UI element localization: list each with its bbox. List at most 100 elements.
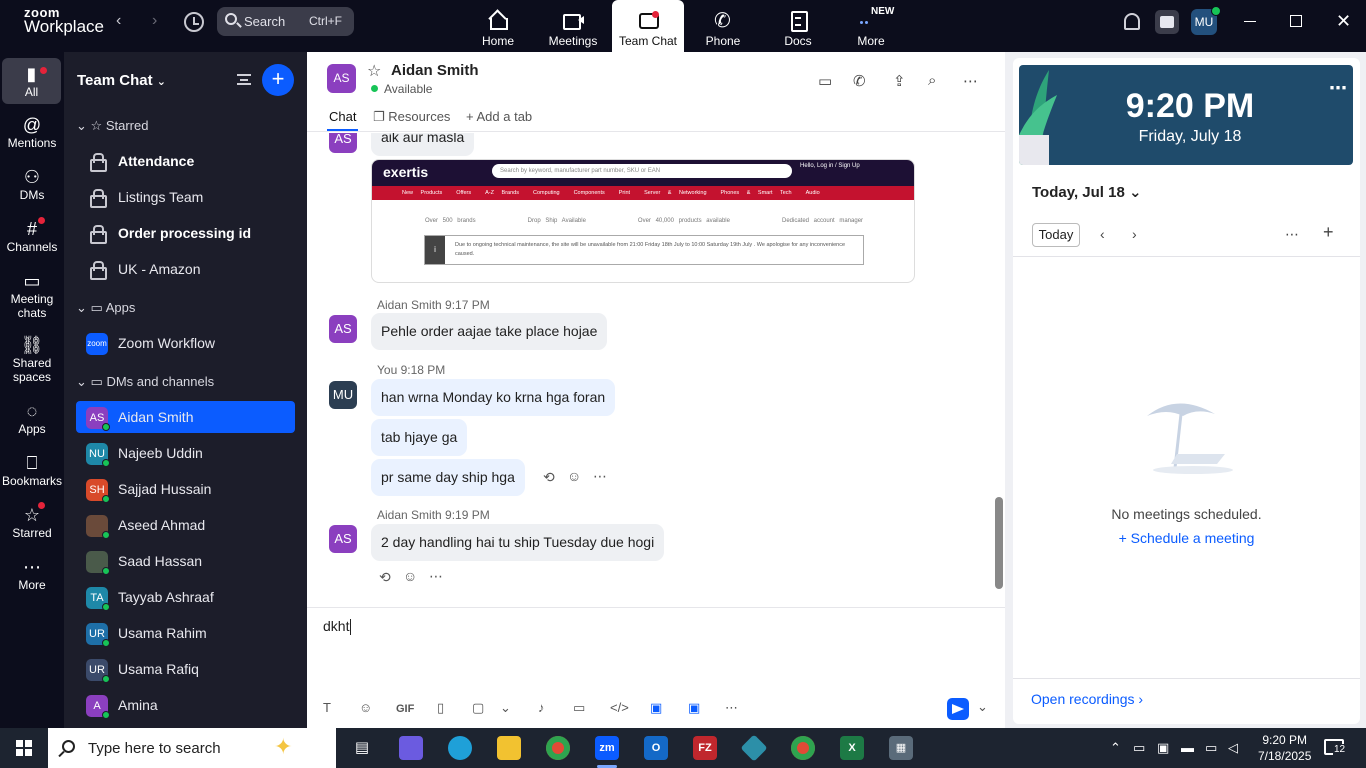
filter-icon[interactable]: [237, 74, 251, 85]
filezilla-icon[interactable]: FZ: [693, 736, 717, 760]
message-bubble[interactable]: Pehle order aajae take place hojae: [371, 313, 608, 350]
today-button[interactable]: Today: [1032, 223, 1080, 247]
more-options-icon[interactable]: ⋯: [1329, 78, 1347, 99]
bell-icon[interactable]: [1124, 13, 1140, 30]
nav-mentions[interactable]: @ Mentions: [0, 114, 64, 150]
outlook-icon[interactable]: O: [644, 736, 668, 760]
file-icon[interactable]: ▯: [437, 700, 444, 716]
dm-item[interactable]: Aseed Ahmad: [76, 509, 295, 541]
nav-all[interactable]: ▮ All: [2, 58, 61, 104]
dm-item[interactable]: UR Usama Rahim: [76, 617, 295, 649]
clips-icon[interactable]: ▣: [688, 700, 700, 716]
taskbar-search[interactable]: Type here to search ✦: [48, 728, 336, 768]
tab-docs[interactable]: Docs: [762, 0, 834, 52]
dm-item[interactable]: Saad Hassan: [76, 545, 295, 577]
maximize-icon[interactable]: [1290, 15, 1302, 27]
day-selector[interactable]: Today, Jul 18 ⌄: [1032, 183, 1142, 201]
subtab-chat[interactable]: Chat: [326, 109, 359, 131]
more-options-icon[interactable]: ⋯: [963, 72, 978, 90]
forward-arrow-icon[interactable]: ›: [152, 12, 157, 30]
dm-item[interactable]: TA Tayyab Ashraaf: [76, 581, 295, 613]
calendar-panel-icon[interactable]: [1155, 10, 1179, 34]
message-bubble[interactable]: han wrna Monday ko krna hga foran: [371, 379, 616, 416]
section-apps[interactable]: ⌄ ▭ Apps: [76, 300, 135, 316]
gif-button[interactable]: GIF: [396, 703, 414, 715]
section-dms[interactable]: ⌄ ▭ DMs and channels: [76, 374, 214, 390]
more-tools-icon[interactable]: ⋯: [725, 700, 738, 716]
star-icon[interactable]: ☆: [367, 61, 381, 81]
shared-image[interactable]: exertis Search by keyword, manufacturer …: [371, 159, 915, 283]
message-bubble[interactable]: pr same day ship hga: [371, 459, 525, 496]
show-hidden-icons-icon[interactable]: ⌃: [1110, 740, 1121, 756]
whiteboard-icon[interactable]: ▣: [650, 700, 662, 716]
network-icon[interactable]: ▭: [1205, 740, 1217, 756]
channel-attendance[interactable]: Attendance: [76, 145, 295, 177]
chevron-down-icon[interactable]: ⌄: [500, 700, 511, 716]
more-options-icon[interactable]: ⋯: [1285, 226, 1299, 243]
message-scrollbar[interactable]: [995, 132, 1003, 608]
send-options-chevron-icon[interactable]: ⌄: [977, 699, 988, 715]
edge-browser-icon[interactable]: [448, 736, 472, 760]
nav-starred[interactable]: ☆ Starred: [0, 502, 64, 540]
subtab-resources[interactable]: ❐ Resources: [373, 109, 450, 125]
emoji-react-icon[interactable]: ☺: [567, 468, 581, 484]
message-bubble[interactable]: aik aur masla: [371, 133, 475, 156]
chrome-icon[interactable]: [546, 736, 570, 760]
scrollbar-thumb[interactable]: [995, 497, 1003, 589]
dm-item[interactable]: UR Usama Rafiq: [76, 653, 295, 685]
reply-icon[interactable]: ⟲: [379, 569, 391, 586]
nav-apps[interactable]: ◌ Apps: [0, 400, 64, 436]
channel-uk-amazon[interactable]: UK - Amazon: [76, 253, 295, 285]
composer[interactable]: dkht T ☺ GIF ▯ ▢ ⌄ ♪ ▭ </> ▣ ▣ ⋯ ⌄: [307, 607, 1005, 728]
windows-start-icon[interactable]: [16, 740, 32, 756]
app-zoom-workflow[interactable]: zoom Zoom Workflow: [76, 327, 295, 359]
minimize-icon[interactable]: [1244, 21, 1256, 22]
add-event-icon[interactable]: +: [1323, 222, 1334, 243]
code-snippet-icon[interactable]: </>: [610, 700, 629, 715]
schedule-meeting-link[interactable]: + Schedule a meeting: [1013, 530, 1360, 546]
section-starred[interactable]: ⌄ ☆ Starred: [76, 118, 148, 134]
prev-day-icon[interactable]: ‹: [1100, 226, 1105, 242]
contact-name[interactable]: Aidan Smith: [391, 62, 479, 79]
tab-home[interactable]: Home: [462, 0, 534, 52]
nav-bookmarks[interactable]: ⎕ Bookmarks: [0, 452, 64, 488]
nav-channels[interactable]: # Channels: [0, 217, 64, 254]
video-call-icon[interactable]: ▭: [818, 72, 832, 90]
open-recordings-link[interactable]: Open recordings ›: [1031, 691, 1143, 707]
nav-more[interactable]: ⋯ More: [0, 556, 64, 592]
message-bubble[interactable]: 2 day handling hai tu ship Tuesday due h…: [371, 524, 665, 561]
contact-avatar[interactable]: AS: [327, 64, 356, 93]
calculator-icon[interactable]: ▦: [889, 736, 913, 760]
copilot-icon[interactable]: [399, 736, 423, 760]
microphone-icon[interactable]: ♪: [538, 700, 545, 715]
more-actions-icon[interactable]: ⋯: [593, 468, 607, 485]
back-arrow-icon[interactable]: ‹: [116, 12, 121, 30]
dm-item[interactable]: SH Sajjad Hussain: [76, 473, 295, 505]
search-box[interactable]: Search Ctrl+F: [217, 7, 354, 36]
message-avatar[interactable]: AS: [329, 133, 357, 153]
taskbar-clock[interactable]: 9:20 PM 7/18/2025: [1258, 732, 1311, 764]
emoji-icon[interactable]: ☺: [359, 700, 372, 715]
file-explorer-icon[interactable]: [497, 736, 521, 760]
panel-title[interactable]: Team Chat ⌄: [77, 72, 166, 89]
close-icon[interactable]: ✕: [1336, 11, 1351, 32]
dm-item[interactable]: NU Najeeb Uddin: [76, 437, 295, 469]
dm-item[interactable]: AS Aidan Smith: [76, 401, 295, 433]
format-text-icon[interactable]: T: [323, 700, 331, 715]
excel-icon[interactable]: X: [840, 736, 864, 760]
message-input[interactable]: dkht: [323, 618, 352, 636]
screenshot-icon[interactable]: ▢: [472, 700, 484, 716]
send-button[interactable]: [947, 698, 969, 720]
zoom-app-icon[interactable]: zm: [595, 736, 619, 760]
subtab-add[interactable]: + Add a tab: [466, 109, 532, 124]
phone-icon[interactable]: ✆: [853, 72, 866, 90]
chrome-profile-icon[interactable]: [791, 736, 815, 760]
message-avatar[interactable]: MU: [329, 381, 357, 409]
tray-app-icon[interactable]: ▭: [1133, 740, 1145, 756]
tab-team-chat[interactable]: Team Chat: [612, 0, 684, 52]
channel-order-processing[interactable]: Order processing id: [76, 217, 295, 249]
task-view-icon[interactable]: ▤: [350, 736, 374, 760]
app-icon[interactable]: [740, 734, 768, 762]
nav-dms[interactable]: ⚇ DMs: [0, 166, 64, 202]
battery-icon[interactable]: ▬: [1181, 740, 1194, 755]
